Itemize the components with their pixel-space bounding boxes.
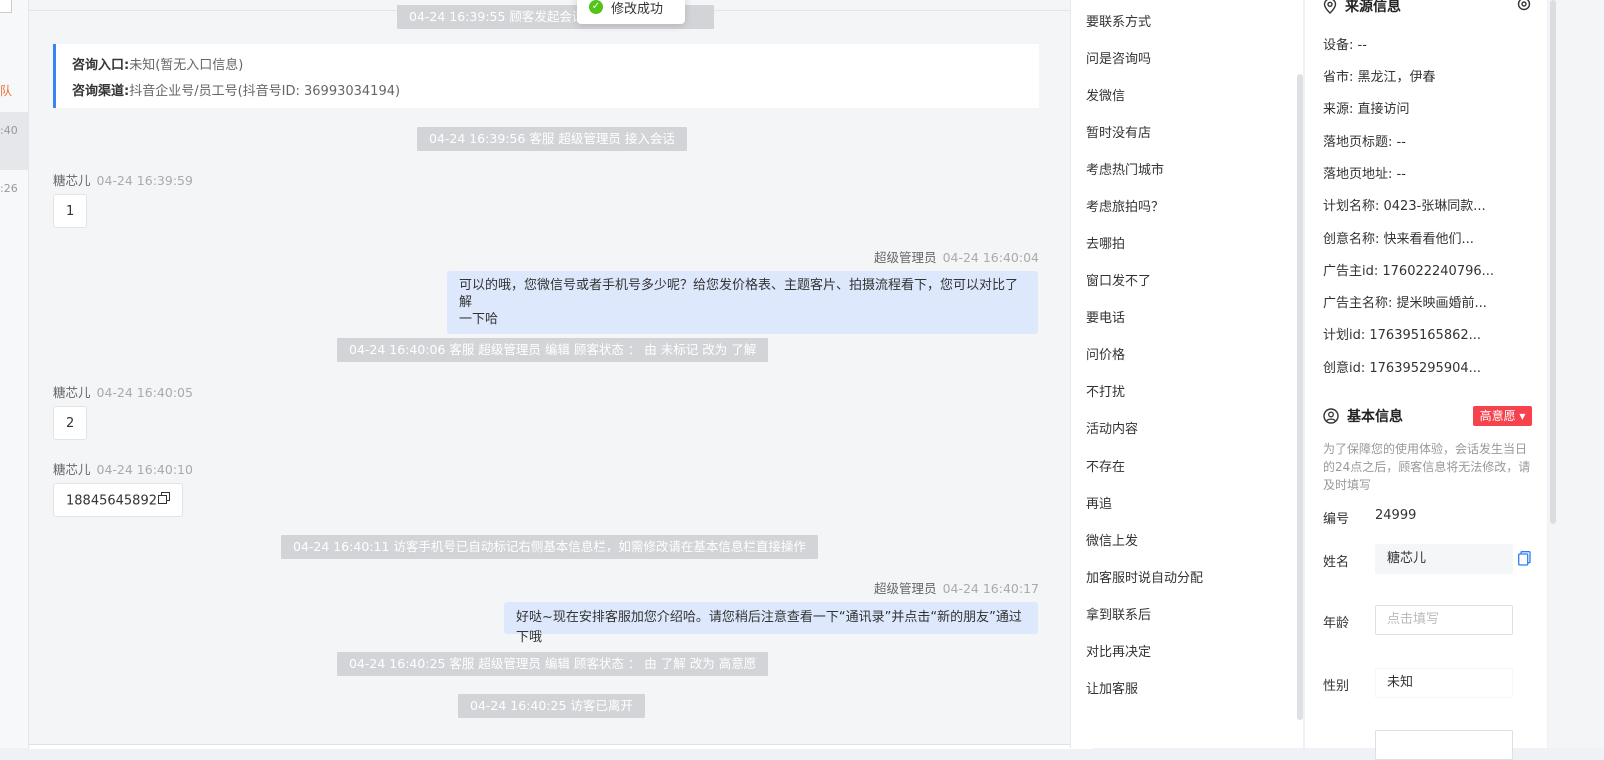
message-sender: 糖芯儿 04-24 16:40:05 <box>53 385 193 400</box>
session-time-fragment: :26 <box>0 182 18 195</box>
panel-scrollbar[interactable] <box>1550 0 1556 524</box>
quick-reply-item[interactable]: 加客服时说自动分配 <box>1086 567 1203 586</box>
quick-reply-list: 要联系方式 问是咨询吗 发微信 暂时没有店 考虑热门城市 考虑旅拍吗？ 去哪拍 … <box>1070 0 1303 748</box>
session-item-selected[interactable] <box>0 112 28 170</box>
quick-reply-item[interactable]: 考虑旅拍吗？ <box>1086 196 1164 215</box>
copy-icon[interactable] <box>157 484 170 518</box>
quick-reply-item[interactable]: 再追 <box>1086 493 1112 512</box>
message-sender: 糖芯儿 04-24 16:39:59 <box>53 173 193 188</box>
location-icon <box>1323 0 1337 14</box>
edit-tip: 为了保障您的使用体验，会话发生当日的24点之后，顾客信息将无法修改，请及时填写 <box>1323 442 1531 492</box>
settings-icon[interactable] <box>1516 0 1532 16</box>
name-label: 姓名 <box>1323 555 1350 570</box>
message-sender: 糖芯儿 04-24 16:40:10 <box>53 462 193 477</box>
system-message: 04-24 16:40:25 访客已离开 <box>458 694 645 718</box>
message-sender: 超级管理员 04-24 16:40:04 <box>874 250 1039 265</box>
message-bubble: 1 <box>53 194 88 228</box>
quick-reply-item[interactable]: 要联系方式 <box>1086 11 1151 30</box>
advertiser-name: 广告主名称: 提米映画婚前... <box>1323 296 1487 311</box>
system-message: 04-24 16:39:56 客服 超级管理员 接入会话 <box>417 127 687 151</box>
quick-reply-item[interactable]: 不打扰 <box>1086 381 1125 400</box>
source-info-title: 来源信息 <box>1323 0 1401 16</box>
system-message: 04-24 16:40:11 访客手机号已自动标记右侧基本信息栏，如需修改请在基… <box>281 535 818 559</box>
channel-value: 抖音企业号/员工号(抖音号ID: 36993034194) <box>129 84 401 99</box>
quick-reply-item[interactable]: 不存在 <box>1086 456 1125 475</box>
plan-id: 计划id: 176395165862... <box>1323 328 1482 343</box>
plan-name: 计划名称: 0423-张琳同款... <box>1323 199 1486 214</box>
quick-reply-item[interactable]: 拿到联系后 <box>1086 604 1151 623</box>
age-label: 年龄 <box>1323 616 1350 631</box>
panel-scroll-area <box>1548 0 1604 748</box>
quick-reply-item[interactable]: 暂时没有店 <box>1086 122 1151 141</box>
quick-reply-item[interactable]: 考虑热门城市 <box>1086 159 1164 178</box>
source-device: 设备: -- <box>1323 38 1367 53</box>
quick-reply-scrollbar[interactable] <box>1297 74 1303 720</box>
id-value: 24999 <box>1375 508 1417 523</box>
chat-input-edge <box>29 744 1093 749</box>
copy-icon[interactable] <box>1518 551 1531 570</box>
gender-field[interactable]: 未知 <box>1375 668 1513 698</box>
customer-info-panel: 来源信息 设备: -- 省市: 黑龙江，伊春 来源: 直接访问 落地页标题: -… <box>1305 0 1547 760</box>
checkbox-fragment[interactable] <box>0 0 12 13</box>
message-bubble-agent: 好哒~现在安排客服加您介绍哈。请您稍后注意查看一下“通讯录”并点击“新的朋友”通… <box>504 602 1038 645</box>
chat-panel: 04-24 16:39:55 顾客发起会话 咨询入口:未知(暂无入口信息) 咨询… <box>29 0 1095 744</box>
session-list-sliver: 队 :40 :26 <box>0 0 29 748</box>
check-circle-icon: ✓ <box>589 0 603 14</box>
message-bubble-phone: 18845645892 <box>53 483 183 517</box>
session-time-fragment: :40 <box>0 124 18 137</box>
intent-status-dropdown[interactable]: 高意愿 ▾ <box>1473 406 1532 426</box>
source-region: 省市: 黑龙江，伊春 <box>1323 70 1436 85</box>
channel-label: 咨询渠道: <box>72 84 130 99</box>
creative-name: 创意名称: 快来看看他们... <box>1323 232 1474 247</box>
message-sender: 超级管理员 04-24 16:40:17 <box>874 581 1039 596</box>
source-origin: 来源: 直接访问 <box>1323 102 1410 117</box>
quick-reply-item[interactable]: 对比再决定 <box>1086 641 1151 660</box>
user-circle-icon <box>1323 408 1339 424</box>
quick-reply-item[interactable]: 问价格 <box>1086 344 1125 363</box>
message-bubble-agent: 可以的哦，您微信号或者手机号多少呢？给您发价格表、主题客片、拍摄流程看下，您可以… <box>447 271 1038 334</box>
id-label: 编号 <box>1323 512 1350 527</box>
age-field[interactable]: 点击填写 <box>1375 605 1513 635</box>
quick-reply-item[interactable]: 发微信 <box>1086 85 1125 104</box>
quick-reply-item[interactable]: 活动内容 <box>1086 418 1138 437</box>
message-bubble: 2 <box>53 406 88 440</box>
system-message: 04-24 16:40:25 客服 超级管理员 编辑 顾客状态 ： 由 了解 改… <box>337 652 769 676</box>
landing-page-url: 落地页地址: -- <box>1323 167 1406 182</box>
landing-page-title: 落地页标题: -- <box>1323 135 1406 150</box>
basic-info-title: 基本信息 <box>1323 406 1403 426</box>
toast-text: 修改成功 <box>611 1 664 17</box>
system-message: 04-24 16:40:06 客服 超级管理员 编辑 顾客状态 ： 由 未标记 … <box>337 338 769 362</box>
next-field-partial[interactable] <box>1375 730 1513 760</box>
quick-reply-item[interactable]: 要电话 <box>1086 307 1125 326</box>
consult-info-card: 咨询入口:未知(暂无入口信息) 咨询渠道:抖音企业号/员工号(抖音号ID: 36… <box>53 44 1039 108</box>
quick-reply-item[interactable]: 让加客服 <box>1086 678 1138 697</box>
gender-label: 性别 <box>1323 679 1350 694</box>
entry-value: 未知(暂无入口信息) <box>129 58 244 73</box>
quick-reply-item[interactable]: 微信上发 <box>1086 530 1138 549</box>
creative-id: 创意id: 176395295904... <box>1323 361 1482 376</box>
quick-reply-item[interactable]: 问是咨询吗 <box>1086 48 1151 67</box>
name-field[interactable]: 糖芯儿 <box>1375 544 1513 574</box>
session-tag-fragment: 队 <box>0 84 13 98</box>
success-toast: ✓ 修改成功 <box>577 0 685 24</box>
entry-label: 咨询入口: <box>72 58 130 73</box>
advertiser-id: 广告主id: 176022240796... <box>1323 264 1495 279</box>
quick-reply-item[interactable]: 窗口发不了 <box>1086 270 1151 289</box>
quick-reply-item[interactable]: 去哪拍 <box>1086 233 1125 252</box>
